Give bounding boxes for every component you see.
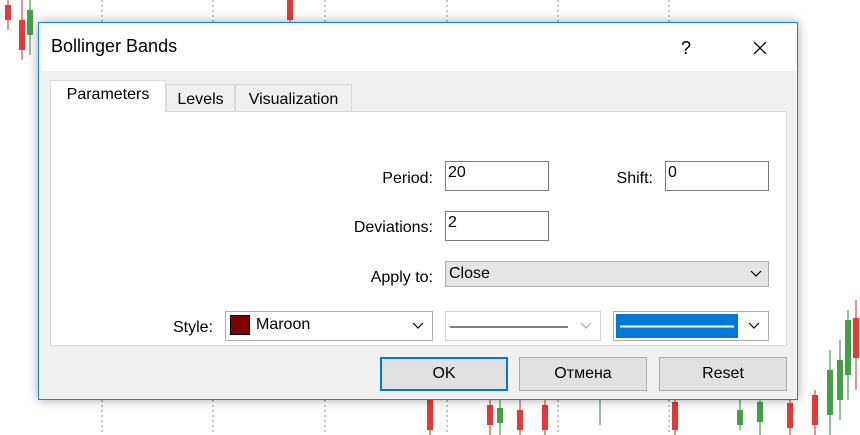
apply-to-value: Close xyxy=(449,265,490,282)
line-width-highlight xyxy=(616,314,738,338)
help-button[interactable]: ? xyxy=(663,33,709,63)
apply-to-label: Apply to: xyxy=(370,269,433,286)
shift-input[interactable]: 0 xyxy=(665,161,769,191)
period-label: Period: xyxy=(382,170,433,187)
color-value: Maroon xyxy=(256,316,311,333)
period-input[interactable]: 20 xyxy=(445,161,549,191)
color-swatch xyxy=(230,315,250,335)
bollinger-bands-dialog: Bollinger Bands ? Parameters Levels Visu… xyxy=(38,22,798,400)
close-icon xyxy=(753,41,767,55)
shift-label: Shift: xyxy=(616,170,653,187)
chevron-down-icon xyxy=(750,270,762,277)
line-width-preview xyxy=(620,325,734,328)
chevron-down-icon xyxy=(748,322,760,329)
apply-to-select[interactable]: Close xyxy=(445,261,769,287)
deviations-input[interactable]: 2 xyxy=(445,211,549,241)
chevron-down-icon xyxy=(580,322,592,329)
tab-parameters[interactable]: Parameters xyxy=(50,80,166,112)
deviations-label: Deviations: xyxy=(353,219,433,236)
close-button[interactable] xyxy=(737,33,783,63)
dialog-title: Bollinger Bands xyxy=(51,36,178,56)
line-style-preview xyxy=(450,326,568,328)
ok-button[interactable]: OK xyxy=(380,357,508,391)
title-bar[interactable]: Bollinger Bands ? xyxy=(39,23,797,71)
parameters-panel: Period: 20 Shift: 0 Deviations: 2 Apply … xyxy=(50,111,787,346)
reset-button[interactable]: Reset xyxy=(659,357,787,391)
tab-visualization[interactable]: Visualization xyxy=(235,84,352,111)
chevron-down-icon xyxy=(412,322,424,329)
line-style-select[interactable] xyxy=(445,311,601,341)
line-width-select[interactable] xyxy=(613,311,769,341)
style-label: Style: xyxy=(172,319,213,336)
cancel-button[interactable]: Отмена xyxy=(519,357,647,391)
color-select[interactable]: Maroon xyxy=(225,311,433,341)
tab-levels[interactable]: Levels xyxy=(166,84,235,111)
